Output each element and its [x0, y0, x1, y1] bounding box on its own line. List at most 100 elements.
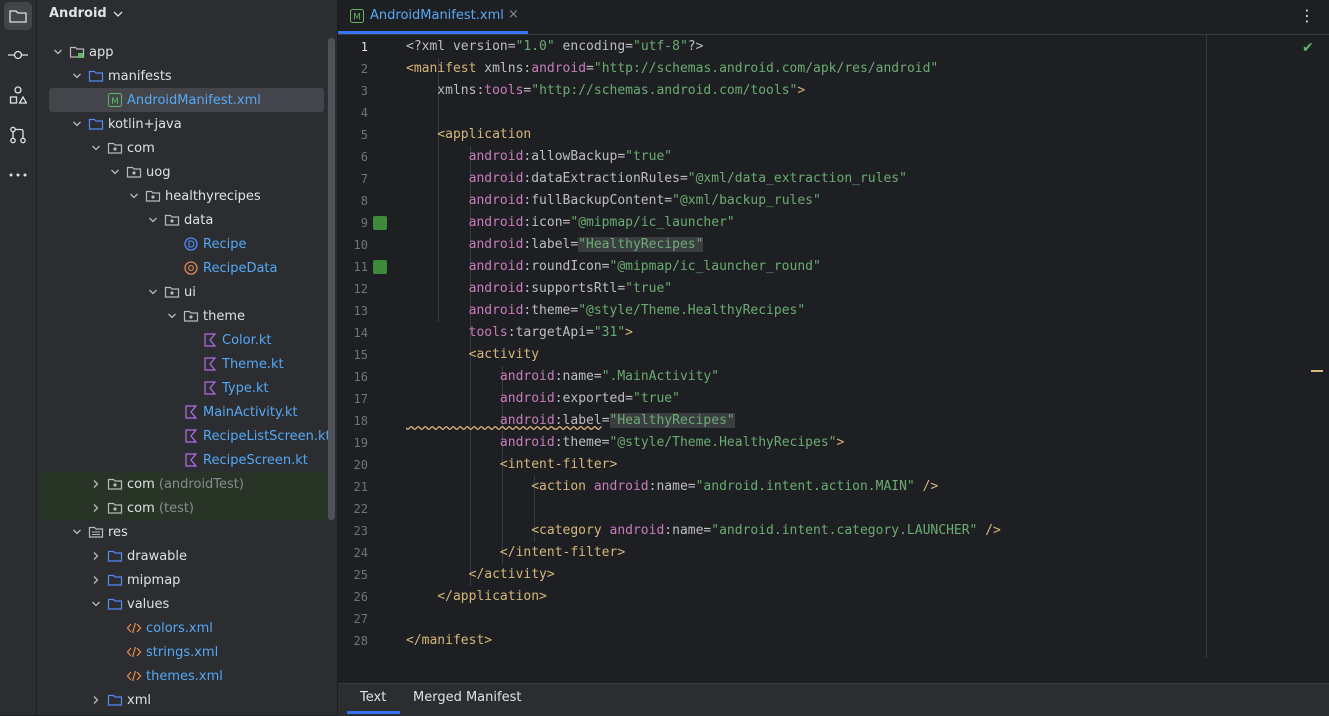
launcher-image-icon[interactable]	[373, 260, 387, 274]
code-line: android:roundIcon="@mipmap/ic_launcher_r…	[406, 256, 821, 278]
code-token: <manifest	[406, 61, 485, 76]
line-number: 11	[353, 260, 368, 274]
package-icon	[107, 500, 123, 516]
code-token: :name=	[664, 523, 712, 538]
code-token: android	[406, 391, 555, 406]
tree-folder[interactable]: xml	[37, 688, 327, 712]
code-token: ?>	[687, 39, 704, 54]
code-line: android:label="HealthyRecipes"	[406, 410, 735, 432]
tree-file[interactable]: colors.xml	[37, 616, 327, 640]
code-line: android:exported="true"	[406, 388, 680, 410]
tree-folder[interactable]: res	[37, 520, 327, 544]
chevron-down-icon[interactable]	[108, 165, 122, 179]
tree-file[interactable]: themes.xml	[37, 664, 327, 688]
tree-file[interactable]: RecipeData	[37, 256, 327, 280]
tree-file[interactable]: Type.kt	[37, 376, 327, 400]
tree-folder[interactable]: healthyrecipes	[37, 184, 327, 208]
inspection-ok-icon[interactable]: ✔	[1302, 40, 1314, 56]
code-token: android	[406, 435, 555, 450]
tree-folder[interactable]: values	[37, 592, 327, 616]
folder-icon	[107, 596, 123, 612]
project-icon[interactable]	[4, 2, 32, 30]
tree-folder[interactable]: com	[37, 136, 327, 160]
tree-folder[interactable]: data	[37, 208, 327, 232]
chevron-down-icon[interactable]	[89, 141, 103, 155]
chevron-down-icon[interactable]	[89, 597, 103, 611]
panel-scrollbar[interactable]	[328, 38, 335, 520]
scroll-marker[interactable]	[1311, 370, 1323, 372]
tree-file[interactable]: RecipeListScreen.kt	[37, 424, 331, 448]
tab-merged-manifest[interactable]: Merged Manifest	[413, 690, 521, 705]
code-token: "@mipmap/ic_launcher_round"	[609, 259, 821, 274]
code-editor[interactable]: 1 <?xml version="1.0" encoding="utf-8"?> 2…	[338, 35, 1329, 658]
tree-folder[interactable]: manifests	[37, 64, 327, 88]
package-icon	[126, 164, 142, 180]
chevron-down-icon[interactable]	[146, 213, 160, 227]
tab-text[interactable]: Text	[360, 690, 386, 705]
tree-folder[interactable]: uog	[37, 160, 327, 184]
project-view-selector[interactable]: Android	[49, 6, 123, 21]
xml-file-icon	[126, 644, 142, 660]
chevron-down-icon[interactable]	[127, 189, 141, 203]
tree-file[interactable]: RecipeScreen.kt	[37, 448, 327, 472]
code-token: android	[406, 281, 524, 296]
tree-file[interactable]: M AndroidManifest.xml	[49, 88, 324, 112]
launcher-image-icon[interactable]	[373, 216, 387, 230]
tree-folder[interactable]: mipmap	[37, 568, 327, 592]
code-token: =	[586, 61, 594, 76]
commit-icon[interactable]	[4, 41, 32, 69]
more-tools-icon[interactable]	[4, 161, 32, 189]
tree-folder[interactable]: ui	[37, 280, 327, 304]
tree-folder[interactable]: com (androidTest)	[37, 472, 327, 496]
code-line: android:fullBackupContent="@xml/backup_r…	[406, 190, 821, 212]
tree-item-suffix: (test)	[154, 500, 195, 516]
code-token: encoding=	[554, 39, 633, 54]
line-number: 8	[360, 194, 368, 208]
branches-icon[interactable]	[4, 121, 32, 149]
chevron-right-icon[interactable]	[89, 501, 103, 515]
code-line: xmlns:tools="http://schemas.android.com/…	[406, 80, 805, 102]
line-number: 25	[353, 568, 368, 582]
manifest-file-icon: M	[350, 9, 364, 23]
structure-icon[interactable]	[4, 81, 32, 109]
chevron-down-icon[interactable]	[165, 309, 179, 323]
tree-folder[interactable]: kotlin+java	[37, 112, 327, 136]
code-token: "1.0"	[515, 39, 555, 54]
line-number: 9	[360, 216, 368, 230]
tab-androidmanifest[interactable]: M AndroidManifest.xml ×	[338, 0, 528, 34]
chevron-down-icon[interactable]	[70, 525, 84, 539]
tree-folder[interactable]: drawable	[37, 544, 327, 568]
chevron-right-icon[interactable]	[89, 477, 103, 491]
tree-file[interactable]: Recipe	[37, 232, 327, 256]
code-token: <category	[406, 523, 610, 538]
tree-folder[interactable]: theme	[37, 304, 327, 328]
tree-item-label: Color.kt	[222, 332, 272, 348]
code-token: :name=	[648, 479, 696, 494]
tree-file[interactable]: Color.kt	[37, 328, 327, 352]
code-token: "http://schemas.android.com/tools"	[531, 83, 798, 98]
chevron-right-icon[interactable]	[89, 549, 103, 563]
tree-file[interactable]: MainActivity.kt	[37, 400, 327, 424]
chevron-down-icon[interactable]	[51, 45, 65, 59]
code-token: android	[406, 413, 555, 428]
xml-file-icon	[126, 620, 142, 636]
tree-item-label: colors.xml	[146, 620, 213, 636]
tree-item-suffix: (androidTest)	[154, 476, 244, 492]
tree-folder[interactable]: com (test)	[37, 496, 327, 520]
tree-item-label: kotlin+java	[108, 116, 182, 132]
chevron-right-icon[interactable]	[89, 693, 103, 707]
close-icon[interactable]: ×	[508, 7, 519, 22]
chevron-down-icon[interactable]	[70, 69, 84, 83]
code-line: <activity	[406, 344, 539, 366]
chevron-down-icon[interactable]	[70, 117, 84, 131]
code-token: "http://schemas.android.com/apk/res/andr…	[593, 61, 939, 76]
code-token: :targetApi=	[507, 325, 594, 340]
tree-file[interactable]: Theme.kt	[37, 352, 327, 376]
chevron-down-icon[interactable]	[146, 285, 160, 299]
chevron-right-icon[interactable]	[89, 573, 103, 587]
tree-item-label: values	[127, 596, 170, 612]
more-vertical-icon[interactable]: ⋮	[1299, 6, 1315, 25]
tree-folder[interactable]: app	[37, 40, 327, 64]
code-token: :theme=	[523, 303, 579, 318]
tree-file[interactable]: strings.xml	[37, 640, 327, 664]
